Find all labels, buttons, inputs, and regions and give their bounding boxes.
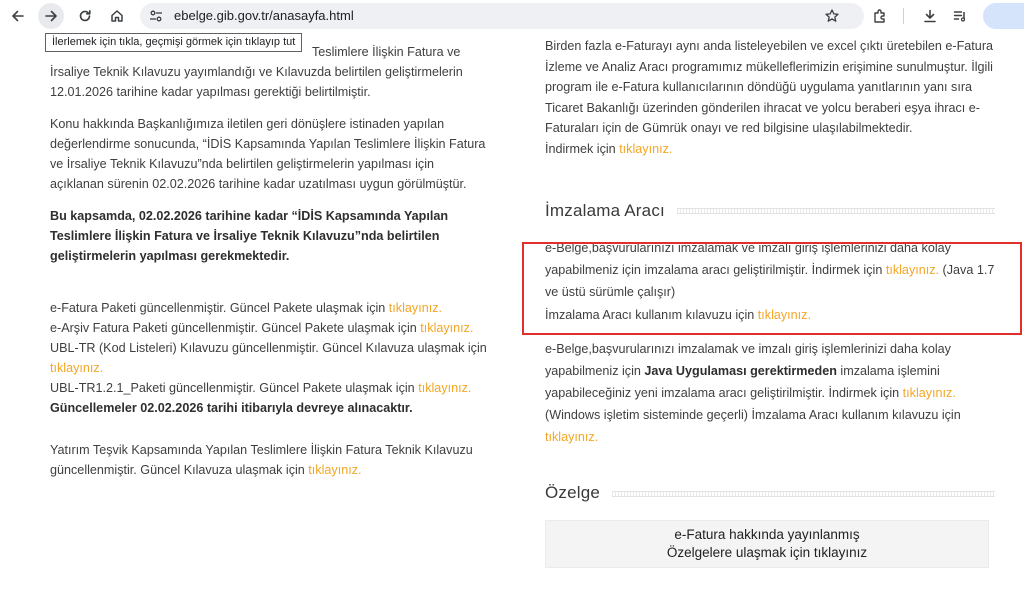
right-column: Birden fazla e-Faturayı aynı anda listel… bbox=[545, 36, 995, 568]
bookmark-button[interactable] bbox=[820, 4, 844, 28]
update-ubl-kod: UBL-TR (Kod Listeleri) Kılavuzu güncelle… bbox=[50, 338, 490, 378]
efatura-package-link[interactable]: tıklayınız. bbox=[389, 301, 442, 315]
update-text: UBL-TR (Kod Listeleri) Kılavuzu güncelle… bbox=[50, 341, 487, 355]
ozelge-section-header: Özelge bbox=[545, 482, 995, 506]
paragraph-text: Birden fazla e-Faturayı aynı anda listel… bbox=[545, 39, 994, 135]
imzalama-section-title: İmzalama Aracı bbox=[545, 200, 665, 220]
imzalama-java-paragraph: e-Belge,başvurularınızı imzalamak ve imz… bbox=[545, 237, 995, 303]
forward-button[interactable] bbox=[38, 3, 64, 29]
back-icon bbox=[12, 10, 24, 22]
reload-button[interactable] bbox=[72, 3, 98, 29]
extensions-button[interactable] bbox=[867, 3, 893, 29]
ozelge-section-title: Özelge bbox=[545, 483, 601, 503]
update-ubl-paket: UBL-TR1.2.1_Paketi güncellenmiştir. Günc… bbox=[50, 378, 490, 398]
ubl-kod-listeleri-link[interactable]: tıklayınız. bbox=[50, 361, 103, 375]
section-divider bbox=[612, 490, 995, 497]
forward-tooltip: İlerlemek için tıkla, geçmişi görmek içi… bbox=[45, 33, 303, 52]
ozelge-link-box[interactable]: e-Fatura hakkında yayınlanmış Özelgelere… bbox=[545, 519, 989, 568]
update-text: UBL-TR1.2.1_Paketi güncellenmiştir. Günc… bbox=[50, 381, 419, 395]
imzalama-guide-link[interactable]: tıklayınız. bbox=[758, 308, 811, 322]
download-text: İndirmek için bbox=[545, 141, 620, 156]
update-text: e-Arşiv Fatura Paketi güncellenmiştir. G… bbox=[50, 321, 421, 335]
paragraph-text: (Windows işletim sisteminde geçerli) İmz… bbox=[545, 407, 961, 422]
update-earsiv: e-Arşiv Fatura Paketi güncellenmiştir. G… bbox=[50, 318, 490, 338]
imzalama-nojava-download-link[interactable]: tıklayınız. bbox=[903, 386, 956, 400]
analiz-araci-download-link[interactable]: tıklayınız. bbox=[619, 142, 672, 156]
extensions-icon bbox=[874, 9, 885, 23]
left-column: Teslimlere İlişkin Fatura ve İrsaliye Te… bbox=[50, 42, 490, 492]
address-bar[interactable]: ebelge.gib.gov.tr/anasayfa.html bbox=[140, 3, 864, 29]
update-text: e-Fatura Paketi güncellenmiştir. Güncel … bbox=[50, 301, 389, 315]
site-info-icon[interactable] bbox=[148, 8, 164, 24]
earsiv-package-link[interactable]: tıklayınız. bbox=[420, 321, 473, 335]
reload-icon bbox=[79, 10, 91, 22]
reading-list-icon bbox=[953, 11, 966, 22]
ozelge-line-1: e-Fatura hakkında yayınlanmış bbox=[674, 526, 860, 542]
yatirim-tesvik-link[interactable]: tıklayınız. bbox=[308, 463, 361, 477]
paragraph-requirement: Bu kapsamda, 02.02.2026 tarihine kadar “… bbox=[50, 209, 449, 263]
imzalama-section-header: İmzalama Aracı bbox=[545, 199, 995, 223]
downloads-button[interactable] bbox=[917, 3, 943, 29]
paragraph-text: Teslimlere İlişkin Fatura ve İrsaliye Te… bbox=[50, 45, 463, 99]
analiz-araci-paragraph: Birden fazla e-Faturayı aynı anda listel… bbox=[545, 36, 995, 139]
ubl-paket-link[interactable]: tıklayınız. bbox=[418, 381, 471, 395]
back-button[interactable] bbox=[5, 3, 31, 29]
bookmark-star-icon bbox=[825, 9, 839, 22]
browser-toolbar: ebelge.gib.gov.tr/anasayfa.html bbox=[0, 0, 1024, 32]
profile-avatar[interactable] bbox=[983, 3, 1024, 29]
reading-list-button[interactable] bbox=[947, 3, 973, 29]
toolbar-divider bbox=[903, 8, 904, 24]
guide-text: İmzalama Aracı kullanım kılavuzu için bbox=[545, 308, 758, 322]
download-icon bbox=[924, 9, 936, 23]
forward-icon bbox=[45, 10, 57, 22]
update-list: e-Fatura Paketi güncellenmiştir. Güncel … bbox=[50, 298, 490, 418]
analiz-araci-download: İndirmek için tıklayınız. bbox=[545, 139, 995, 160]
home-icon bbox=[111, 10, 123, 22]
imzalama-nojava-paragraph: e-Belge,başvurularınızı imzalamak ve imz… bbox=[545, 338, 995, 448]
update-efatura: e-Fatura Paketi güncellenmiştir. Güncel … bbox=[50, 298, 490, 318]
imzalama-java-download-link[interactable]: tıklayınız. bbox=[886, 263, 939, 277]
paragraph-text: Yatırım Teşvik Kapsamında Yapılan Teslim… bbox=[50, 443, 473, 477]
home-button[interactable] bbox=[104, 3, 130, 29]
update-effective-date: Güncellemeler 02.02.2026 tarihi itibarıy… bbox=[50, 401, 413, 415]
imzalama-guide: İmzalama Aracı kullanım kılavuzu için tı… bbox=[545, 305, 995, 326]
ozelge-line-2: Özelgelere ulaşmak için tıklayınız bbox=[666, 544, 868, 560]
section-divider bbox=[676, 208, 995, 214]
paragraph-extension: Konu hakkında Başkanlığımıza iletilen ge… bbox=[50, 117, 486, 191]
paragraph-yatirim-tesvik: Yatırım Teşvik Kapsamında Yapılan Teslim… bbox=[50, 440, 490, 480]
url-text: ebelge.gib.gov.tr/anasayfa.html bbox=[174, 8, 354, 23]
imzalama-nojava-guide-link[interactable]: tıklayınız. bbox=[545, 430, 598, 444]
paragraph-bold-text: Java Uygulaması gerektirmeden bbox=[644, 363, 837, 378]
